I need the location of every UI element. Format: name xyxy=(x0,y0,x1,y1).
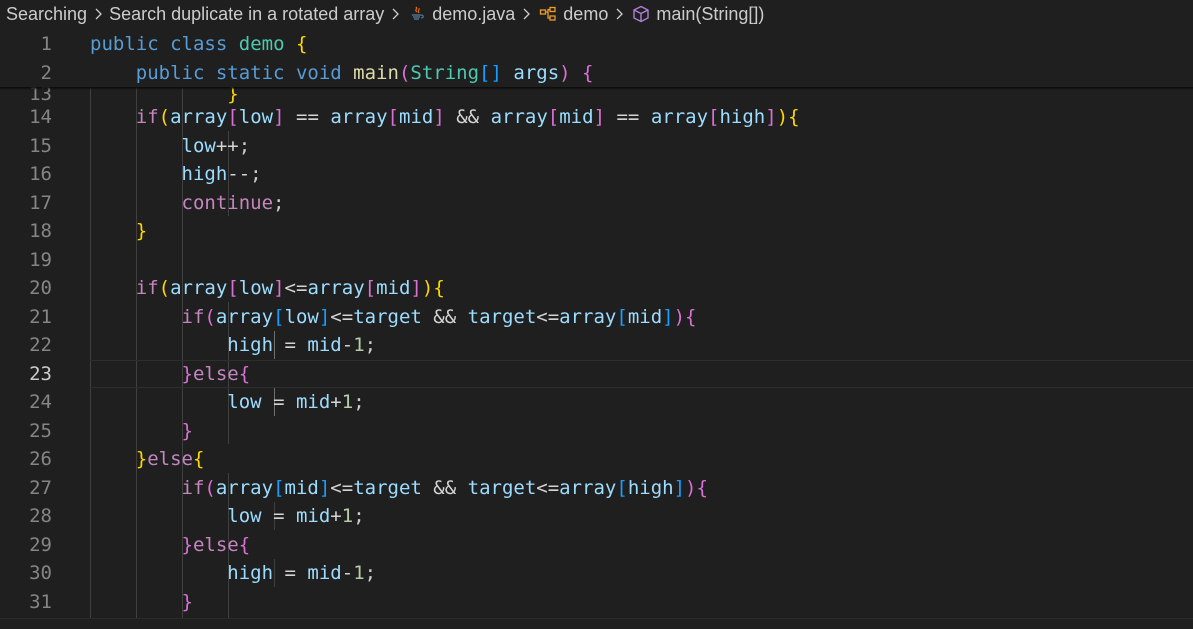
breadcrumb-label: demo xyxy=(563,3,609,24)
method-icon xyxy=(630,3,652,25)
java-file-icon xyxy=(406,3,428,25)
code-text: public class demo { xyxy=(90,33,308,55)
code-text: }else{ xyxy=(135,448,205,470)
code-text: if(array[low]<=target && target<=array[m… xyxy=(181,305,697,328)
code-line[interactable]: 22 high = mid-1; xyxy=(0,331,1193,360)
code-line[interactable]: 17 continue; xyxy=(0,189,1193,218)
breadcrumb-item-method[interactable]: main(String[]) xyxy=(630,3,764,25)
line-number: 25 xyxy=(29,419,52,442)
breadcrumb-label: Search duplicate in a rotated array xyxy=(109,3,385,24)
code-line[interactable]: 19 xyxy=(0,246,1193,275)
chevron-right-icon xyxy=(608,3,630,25)
code-text: public static void main(String[] args) { xyxy=(135,61,594,84)
line-number: 28 xyxy=(29,505,52,527)
sticky-scroll[interactable]: 1 public class demo { 2 public static vo… xyxy=(0,28,1193,87)
line-number: 22 xyxy=(29,334,52,356)
code-line[interactable]: 30 high = mid-1; xyxy=(0,559,1193,588)
line-number: 15 xyxy=(29,134,52,157)
code-text: } xyxy=(181,590,193,613)
code-text: continue; xyxy=(181,191,285,214)
sticky-line[interactable]: 2 public static void main(String[] args)… xyxy=(0,59,1193,88)
sticky-shadow xyxy=(0,87,1193,90)
line-number: 24 xyxy=(29,391,52,413)
breadcrumb-label: demo.java xyxy=(432,3,516,24)
code-text: low = mid+1; xyxy=(227,505,365,527)
sticky-line[interactable]: 1 public class demo { xyxy=(0,30,1193,59)
chevron-right-icon xyxy=(87,3,109,25)
line-number: 27 xyxy=(29,476,52,499)
code-text: }else{ xyxy=(181,362,251,385)
line-number: 31 xyxy=(29,590,52,613)
line-number: 18 xyxy=(29,220,52,242)
class-icon xyxy=(537,3,559,25)
line-number: 17 xyxy=(29,191,52,214)
code-line[interactable]: 15 low++; xyxy=(0,132,1193,161)
code-line[interactable]: 28 low = mid+1; xyxy=(0,502,1193,531)
code-text: low++; xyxy=(181,134,251,157)
chevron-right-icon xyxy=(515,3,537,25)
code-line[interactable]: 29 }else{ xyxy=(0,531,1193,560)
line-number: 2 xyxy=(40,61,52,84)
code-line[interactable]: 21 if(array[low]<=target && target<=arra… xyxy=(0,303,1193,332)
breadcrumb-item-file[interactable]: demo.java xyxy=(406,3,515,25)
code-line-active[interactable]: 23 }else{ xyxy=(0,360,1193,389)
code-line[interactable]: 20 if(array[low]<=array[mid]){ xyxy=(0,274,1193,303)
line-number: 20 xyxy=(29,277,52,299)
breadcrumb-item-searching[interactable]: Searching xyxy=(0,4,87,25)
code-line[interactable]: 26 }else{ xyxy=(0,445,1193,474)
code-text: if(array[low] == array[mid] && array[mid… xyxy=(135,106,800,128)
code-line[interactable]: 18 } xyxy=(0,217,1193,246)
line-number: 21 xyxy=(29,305,52,328)
code-line[interactable]: 14 if(array[low] == array[mid] && array[… xyxy=(0,103,1193,132)
code-text: high = mid-1; xyxy=(227,334,377,356)
breadcrumb-item-folder[interactable]: Search duplicate in a rotated array xyxy=(109,4,384,25)
code-line[interactable]: 24 low = mid+1; xyxy=(0,388,1193,417)
line-number: 1 xyxy=(40,33,52,55)
breadcrumb-label: main(String[]) xyxy=(656,3,765,24)
line-number: 19 xyxy=(29,248,52,271)
code-text: if(array[low]<=array[mid]){ xyxy=(135,277,445,299)
code-line[interactable]: 16 high--; xyxy=(0,160,1193,189)
code-text: } xyxy=(181,419,193,442)
line-number: 14 xyxy=(29,106,52,128)
chevron-right-icon xyxy=(384,3,406,25)
breadcrumb-item-class[interactable]: demo xyxy=(537,3,608,25)
code-text: if(array[mid]<=target && target<=array[h… xyxy=(181,476,708,499)
bottom-edge xyxy=(0,618,1193,629)
code-text: } xyxy=(135,220,148,242)
breadcrumb-label: Searching xyxy=(6,3,88,24)
line-number: 30 xyxy=(29,562,52,584)
code-text: low = mid+1; xyxy=(227,391,365,413)
code-line[interactable]: 31 } xyxy=(0,588,1193,617)
line-number: 26 xyxy=(29,448,52,470)
line-number: 29 xyxy=(29,533,52,556)
line-number: 23 xyxy=(29,362,52,385)
code-line[interactable]: 27 if(array[mid]<=target && target<=arra… xyxy=(0,474,1193,503)
breadcrumb: Searching Search duplicate in a rotated … xyxy=(0,0,1193,28)
code-text: high--; xyxy=(181,163,262,185)
code-editor[interactable]: 13 } 14 if(array[low] == array[mid] && a… xyxy=(0,28,1193,628)
code-text: high = mid-1; xyxy=(227,562,377,584)
code-line[interactable]: 25 } xyxy=(0,417,1193,446)
line-number: 16 xyxy=(29,163,52,185)
code-text: }else{ xyxy=(181,533,251,556)
